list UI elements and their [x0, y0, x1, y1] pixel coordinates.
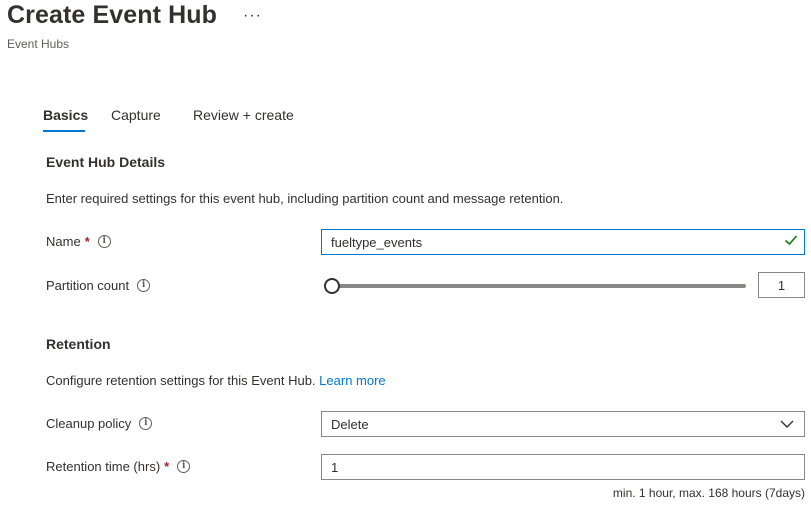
section-title-retention: Retention — [46, 336, 111, 352]
retention-time-label-text: Retention time (hrs) — [46, 459, 161, 474]
chevron-down-icon — [780, 420, 794, 428]
tab-review-create[interactable]: Review + create — [193, 107, 294, 123]
info-icon[interactable]: i — [97, 235, 111, 248]
partition-count-slider-thumb[interactable] — [324, 278, 340, 294]
info-icon[interactable]: i — [139, 417, 153, 430]
page-title: Create Event Hub — [7, 1, 217, 29]
partition-count-input[interactable]: 1 — [758, 272, 805, 298]
name-label-text: Name — [46, 234, 81, 249]
learn-more-link[interactable]: Learn more — [319, 373, 385, 388]
name-input[interactable]: fueltype_events — [321, 229, 805, 255]
name-input-value: fueltype_events — [331, 234, 423, 250]
details-description: Enter required settings for this event h… — [46, 191, 564, 206]
info-icon[interactable]: i — [177, 460, 191, 473]
partition-count-slider-track[interactable] — [334, 284, 746, 288]
partition-count-value: 1 — [777, 277, 786, 293]
cleanup-policy-label: Cleanup policy i — [46, 416, 153, 431]
active-tab-indicator — [43, 130, 85, 132]
retention-time-input[interactable]: 1 — [321, 454, 805, 480]
info-icon[interactable]: i — [137, 279, 151, 292]
partition-count-label: Partition count i — [46, 278, 151, 293]
required-mark: * — [84, 234, 90, 249]
retention-time-hint: min. 1 hour, max. 168 hours (7days) — [612, 486, 805, 500]
retention-description: Configure retention settings for this Ev… — [46, 373, 386, 388]
retention-description-text: Configure retention settings for this Ev… — [46, 373, 316, 388]
section-title-details: Event Hub Details — [46, 154, 166, 170]
cleanup-policy-select[interactable]: Delete — [321, 411, 805, 437]
more-options-button[interactable]: ··· — [243, 7, 262, 25]
cleanup-policy-value: Delete — [331, 416, 369, 432]
tab-capture[interactable]: Capture — [111, 107, 161, 123]
tab-basics[interactable]: Basics — [43, 107, 88, 123]
checkmark-icon — [784, 235, 798, 246]
page-subtitle: Event Hubs — [7, 37, 70, 51]
retention-time-value: 1 — [331, 459, 339, 475]
partition-count-label-text: Partition count — [46, 278, 130, 293]
retention-time-label: Retention time (hrs) * i — [46, 459, 191, 474]
cleanup-policy-label-text: Cleanup policy — [46, 416, 132, 431]
required-mark: * — [164, 459, 170, 474]
name-label: Name * i — [46, 234, 111, 249]
